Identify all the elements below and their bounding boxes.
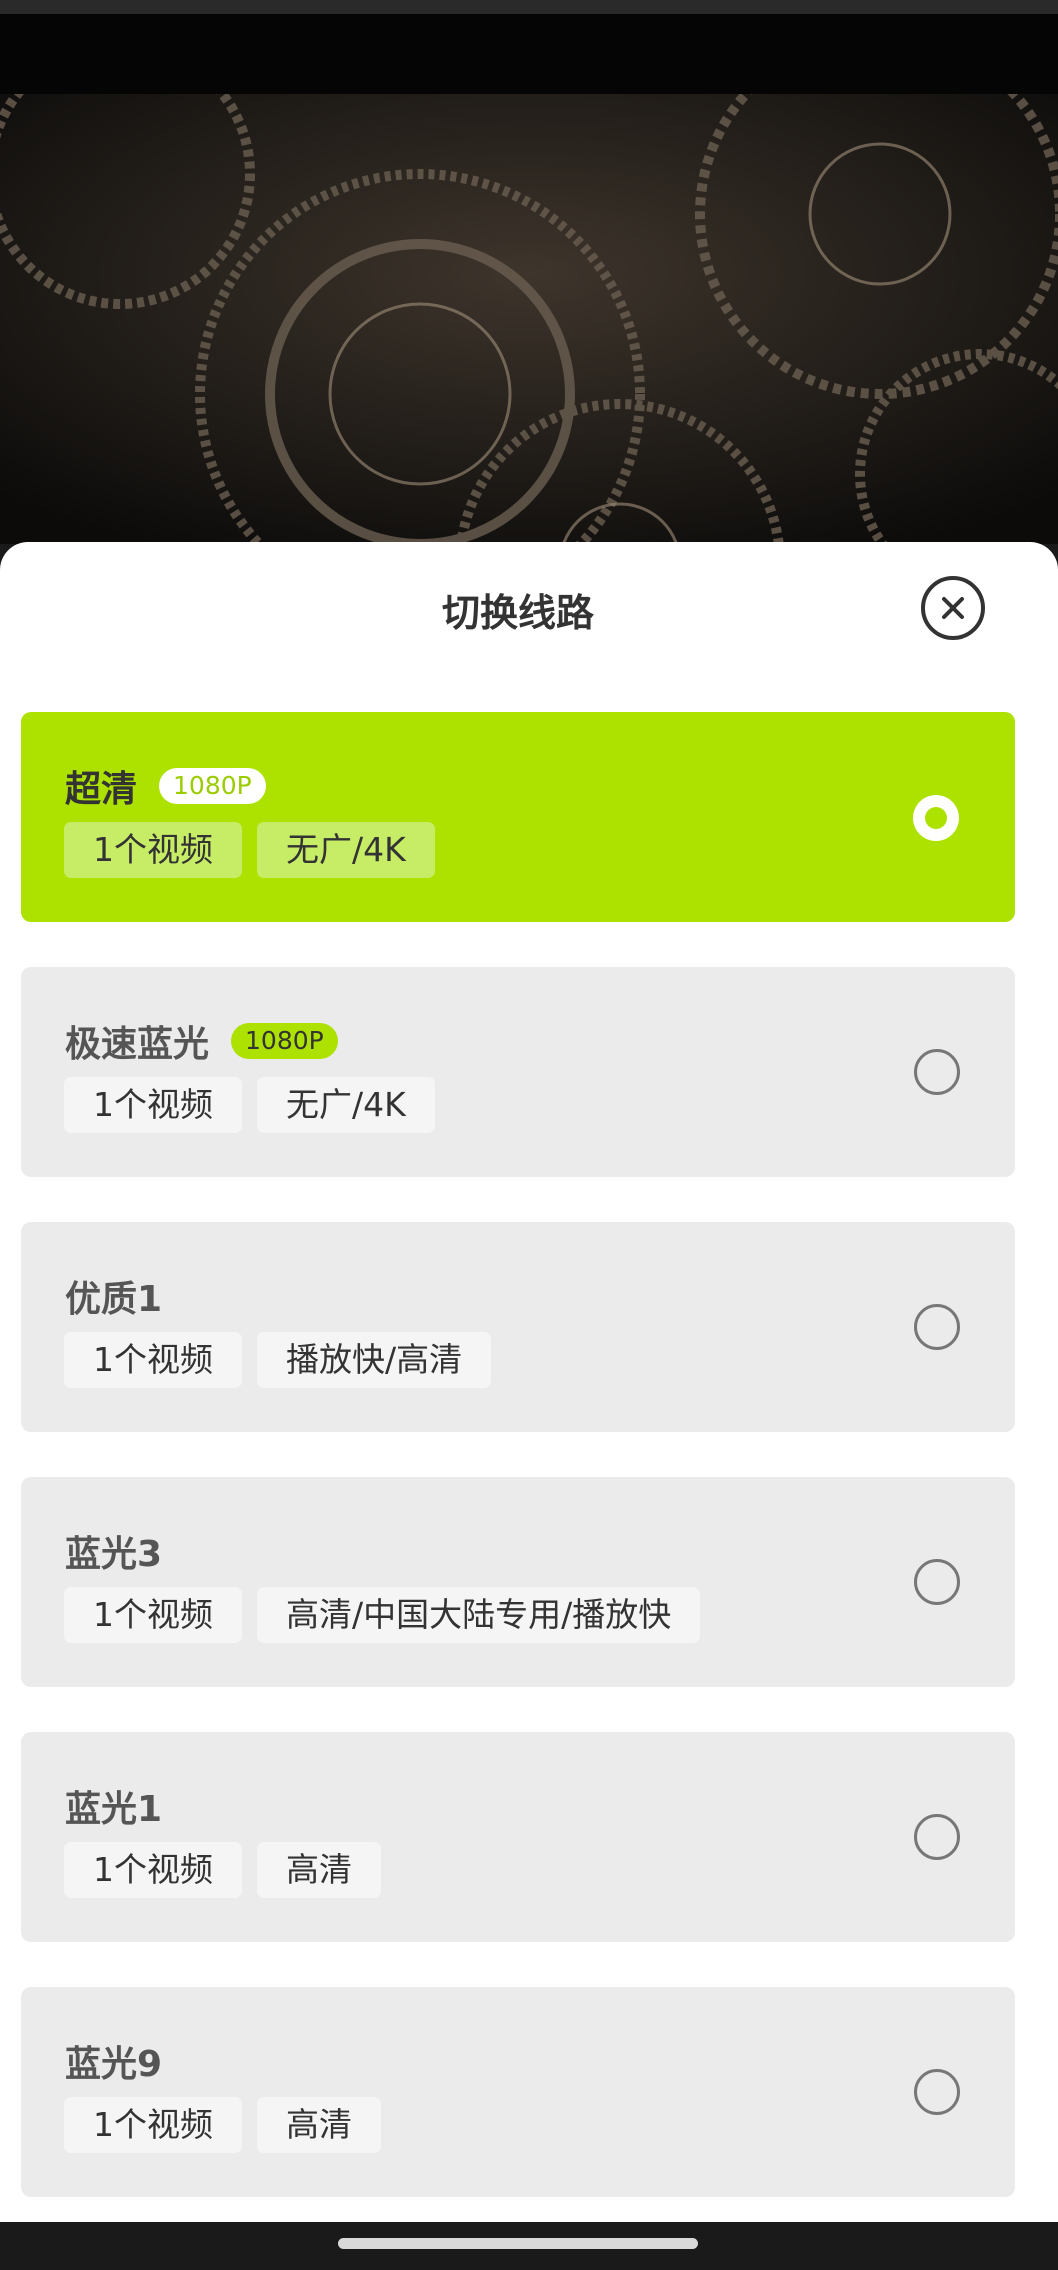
route-tags: 1个视频 高清 <box>64 1842 381 1898</box>
route-tag: 高清 <box>257 1842 381 1898</box>
status-bar <box>0 0 1058 14</box>
radio-empty-icon[interactable] <box>914 2069 960 2115</box>
route-name: 蓝光9 <box>65 2035 162 2087</box>
route-name: 超清 1080P <box>65 760 266 812</box>
route-tags: 1个视频 无广/4K <box>64 822 435 878</box>
route-tag: 无广/4K <box>257 822 435 878</box>
route-tags: 1个视频 播放快/高清 <box>64 1332 492 1388</box>
route-name: 极速蓝光 1080P <box>65 1015 338 1067</box>
route-list: 超清 1080P 1个视频 无广/4K 极速蓝光 1080P 1个视频 无广/4… <box>21 712 1015 2222</box>
route-tag: 1个视频 <box>64 1332 242 1388</box>
route-name-text: 极速蓝光 <box>65 1024 210 1065</box>
route-name-text: 蓝光9 <box>65 2044 163 2085</box>
route-tag: 1个视频 <box>64 2097 242 2153</box>
route-card-2[interactable]: 优质1 1个视频 播放快/高清 <box>21 1222 1015 1432</box>
route-tag: 1个视频 <box>64 822 242 878</box>
route-switch-sheet: 切换线路 超清 1080P 1个视频 无广/4K 极速蓝光 1080P 1个视频 <box>0 542 1058 2222</box>
route-name-text: 蓝光3 <box>65 1534 163 1575</box>
route-tag: 1个视频 <box>64 1587 242 1643</box>
route-tag: 1个视频 <box>64 1842 242 1898</box>
route-tags: 1个视频 无广/4K <box>64 1077 435 1133</box>
route-tag: 1个视频 <box>64 1077 242 1133</box>
home-indicator[interactable] <box>338 2238 698 2249</box>
route-name: 优质1 <box>65 1270 162 1322</box>
route-card-3[interactable]: 蓝光3 1个视频 高清/中国大陆专用/播放快 <box>21 1477 1015 1687</box>
radio-selected-icon[interactable] <box>913 795 959 841</box>
route-tag: 高清/中国大陆专用/播放快 <box>257 1587 701 1643</box>
route-card-4[interactable]: 蓝光1 1个视频 高清 <box>21 1732 1015 1942</box>
route-name-text: 蓝光1 <box>65 1789 163 1830</box>
route-name-text: 优质1 <box>65 1279 163 1320</box>
quality-badge: 1080P <box>231 1023 338 1059</box>
route-card-1[interactable]: 极速蓝光 1080P 1个视频 无广/4K <box>21 967 1015 1177</box>
close-icon <box>942 597 964 619</box>
route-name: 蓝光3 <box>65 1525 162 1577</box>
radio-empty-icon[interactable] <box>914 1304 960 1350</box>
route-tag: 高清 <box>257 2097 381 2153</box>
close-button[interactable] <box>921 576 985 640</box>
route-tag: 无广/4K <box>257 1077 435 1133</box>
route-tags: 1个视频 高清 <box>64 2097 381 2153</box>
route-tags: 1个视频 高清/中国大陆专用/播放快 <box>64 1587 701 1643</box>
video-frame-gears <box>0 94 1058 544</box>
radio-empty-icon[interactable] <box>914 1559 960 1605</box>
video-player[interactable] <box>0 94 1058 544</box>
route-name-text: 超清 <box>65 769 138 810</box>
route-tag: 播放快/高清 <box>257 1332 492 1388</box>
route-card-5[interactable]: 蓝光9 1个视频 高清 <box>21 1987 1015 2197</box>
sheet-title: 切换线路 <box>441 591 594 635</box>
route-name: 蓝光1 <box>65 1780 162 1832</box>
radio-empty-icon[interactable] <box>914 1814 960 1860</box>
quality-badge: 1080P <box>159 768 266 804</box>
top-bar <box>0 14 1058 94</box>
radio-empty-icon[interactable] <box>914 1049 960 1095</box>
route-card-0[interactable]: 超清 1080P 1个视频 无广/4K <box>21 712 1015 922</box>
